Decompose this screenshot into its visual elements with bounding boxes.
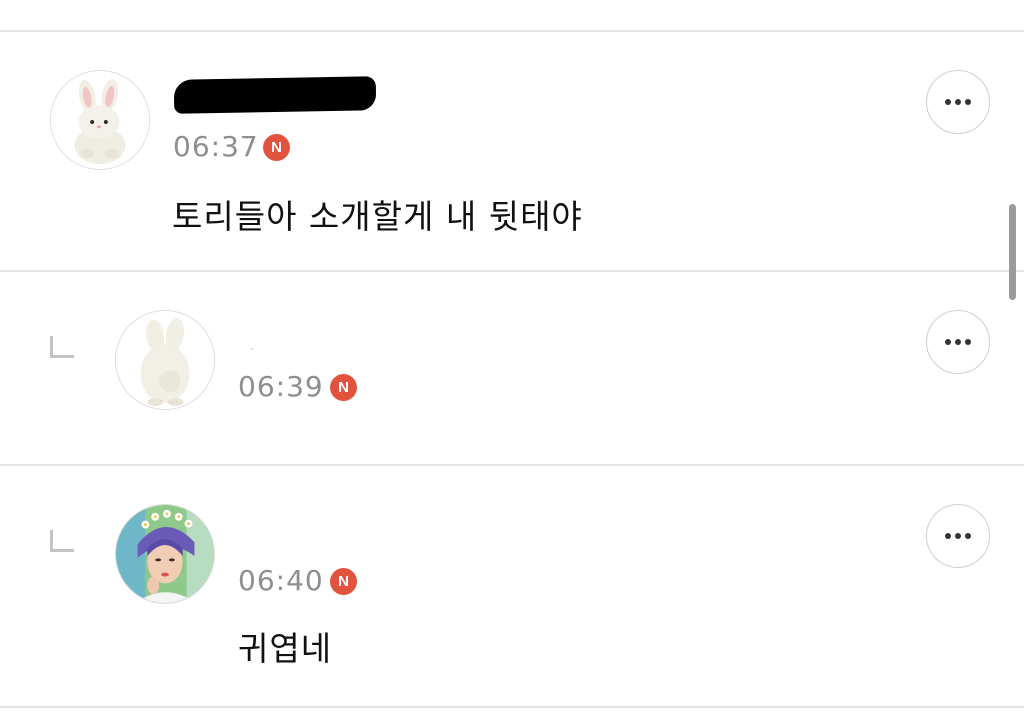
avatar[interactable] — [50, 70, 150, 170]
scrollbar[interactable] — [1009, 204, 1016, 300]
white-bunny-plush-back-icon — [116, 311, 214, 409]
comment-thread-screen: 06:37 N 토리들아 소개할게 내 뒷태야 · 06:39 N 06:40 … — [0, 0, 1024, 720]
author-name: · — [250, 342, 254, 356]
more-horizontal-icon — [945, 339, 971, 345]
reply-arrow-icon — [50, 530, 74, 552]
new-badge: N — [263, 134, 290, 161]
divider — [0, 706, 1024, 708]
comment-time: 06:37 — [173, 130, 259, 163]
comment-text: 귀엽네 — [238, 629, 333, 668]
reply-comment-item: 06:40 N 귀엽네 — [0, 466, 1024, 706]
white-bunny-plush-front-icon — [51, 71, 149, 169]
more-options-button[interactable] — [926, 504, 990, 568]
new-badge: N — [330, 374, 357, 401]
comment-time: 06:39 — [238, 370, 324, 403]
reply-comment-item: · 06:39 N — [0, 272, 1024, 464]
person-flower-crown-photo-icon — [116, 505, 214, 603]
more-horizontal-icon — [945, 99, 971, 105]
avatar[interactable] — [115, 504, 215, 604]
more-horizontal-icon — [945, 533, 971, 539]
more-options-button[interactable] — [926, 70, 990, 134]
new-badge: N — [330, 568, 357, 595]
avatar[interactable] — [115, 310, 215, 410]
comment-text: 토리들아 소개할게 내 뒷태야 — [172, 197, 583, 236]
comment-time: 06:40 — [238, 564, 324, 597]
author-name-redacted — [173, 76, 377, 114]
more-options-button[interactable] — [926, 310, 990, 374]
comment-item: 06:37 N 토리들아 소개할게 내 뒷태야 — [0, 32, 1024, 270]
reply-arrow-icon — [50, 336, 74, 358]
